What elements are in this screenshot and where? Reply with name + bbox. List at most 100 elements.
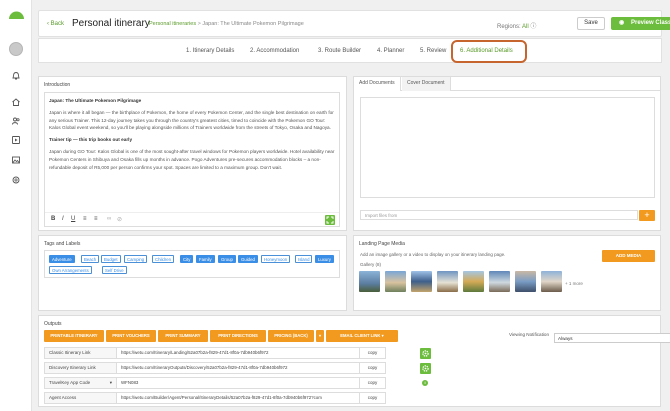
tab-add-documents[interactable]: Add Documents <box>354 77 401 91</box>
tab-route-builder[interactable]: 3. Route Builder <box>318 48 361 54</box>
agent-access-label: Agent Access <box>45 393 117 403</box>
tag-island[interactable]: Island <box>295 255 313 263</box>
expand-icon[interactable] <box>325 215 335 225</box>
breadcrumb-personal-itineraries[interactable]: Personal itineraries <box>149 21 196 27</box>
documents-dropzone[interactable] <box>360 97 655 198</box>
copy-button[interactable]: copy <box>359 393 385 403</box>
regions-selector[interactable]: Regions: All ⓘ <box>497 21 536 30</box>
editor-content[interactable]: Japan: The Ultimate Pokemon Pilgrimage J… <box>49 97 335 176</box>
users-icon[interactable] <box>11 116 21 126</box>
gallery-more[interactable]: + 1 more <box>565 281 583 286</box>
gallery-thumbnail[interactable] <box>463 271 484 292</box>
step-tabs: 1. Itinerary Details 2. Accommodation 3.… <box>38 38 662 63</box>
classic-itinerary-link-url[interactable]: https://wetu.com/Itinerary/Landing/52a07… <box>121 348 268 358</box>
tab-cover-document[interactable]: Cover Document <box>402 77 451 91</box>
gear-icon[interactable] <box>420 363 431 374</box>
tag-group[interactable]: Group <box>218 255 236 263</box>
tag-city[interactable]: City <box>180 255 194 263</box>
add-media-button[interactable]: ADD MEDIA <box>602 250 655 262</box>
outputs-panel: Outputs PRINTABLE ITINERARY PRINT VOUCHE… <box>38 315 670 407</box>
back-link[interactable]: ‹ Back <box>47 21 64 27</box>
gallery-thumbnail[interactable] <box>359 271 380 292</box>
tab-review[interactable]: 5. Review <box>420 48 446 54</box>
tag-guided[interactable]: Guided <box>238 255 258 263</box>
travelkey-app-code-label[interactable]: TravelKey App Code ▾ <box>45 378 117 388</box>
introduction-panel: Introduction Japan: The Ultimate Pokemon… <box>38 76 347 231</box>
tag-family[interactable]: Family <box>196 255 215 263</box>
print-directions-button[interactable]: PRINT DIRECTIONS <box>210 330 266 342</box>
tab-itinerary-details[interactable]: 1. Itinerary Details <box>186 48 234 54</box>
classic-itinerary-link-label: Classic Itinerary Link <box>45 348 117 358</box>
copy-button[interactable]: copy <box>359 348 385 358</box>
breadcrumb-current: Japan: The Ultimate Pokemon Pilgrimage <box>202 21 304 27</box>
bell-icon[interactable] <box>11 71 21 81</box>
discovery-itinerary-link-row: Discovery Itinerary Link https://wetu.co… <box>44 362 386 374</box>
gallery-thumbnail[interactable] <box>541 271 562 292</box>
print-vouchers-button[interactable]: PRINT VOUCHERS <box>106 330 156 342</box>
viewing-notification-label: Viewing Notification <box>509 332 550 337</box>
documents-tabs: Add Documents Cover Document <box>354 77 660 91</box>
introduction-editor[interactable]: Japan: The Ultimate Pokemon Pilgrimage J… <box>44 92 340 227</box>
tag-self-drive[interactable]: Self Drive <box>102 266 127 274</box>
tab-planner[interactable]: 4. Planner <box>377 48 404 54</box>
itinerary-icon[interactable] <box>11 135 21 145</box>
chevron-down-icon: ▾ <box>109 380 112 385</box>
plus-icon: + <box>644 210 650 220</box>
page-header: ‹ Back Personal itinerary Personal itine… <box>38 10 670 37</box>
gallery-thumbnail[interactable] <box>437 271 458 292</box>
print-summary-button[interactable]: PRINT SUMMARY <box>158 330 208 342</box>
unlink-icon[interactable]: ⊘ <box>117 216 122 223</box>
agent-access-url[interactable]: https://wetu.com/Builder/Agent/Personal/… <box>121 393 322 403</box>
regions-label: Regions: <box>497 24 521 30</box>
preview-classic-button[interactable]: ◉ Preview Classic ▾ <box>611 17 670 30</box>
printable-itinerary-button[interactable]: PRINTABLE ITINERARY <box>44 330 104 342</box>
tag-own-arrangements[interactable]: Own Arrangements <box>49 266 92 274</box>
gallery-thumbnail[interactable] <box>385 271 406 292</box>
documents-panel: Add Documents Cover Document Import file… <box>353 76 661 231</box>
info-icon[interactable]: i <box>422 380 428 386</box>
introduction-title: Introduction <box>44 82 71 88</box>
add-document-button[interactable]: + <box>639 210 655 221</box>
gallery-thumbnail[interactable] <box>411 271 432 292</box>
italic-icon[interactable]: I <box>62 216 64 222</box>
tag-adventure[interactable]: Adventure <box>49 255 75 263</box>
gear-icon[interactable] <box>420 348 431 359</box>
travelkey-app-code-value[interactable]: WFN083 <box>121 378 138 388</box>
email-client-link-label: EMAIL CLIENT LINK <box>340 333 381 338</box>
pricing-dropdown-chevron-icon[interactable]: ▾ <box>316 330 324 342</box>
home-icon[interactable] <box>11 97 21 107</box>
bold-icon[interactable]: B <box>51 216 55 222</box>
settings-icon[interactable] <box>11 175 21 185</box>
wetu-logo[interactable] <box>8 10 25 19</box>
tab-accommodation[interactable]: 2. Accommodation <box>250 48 299 54</box>
viewing-notification-select[interactable]: Always▾ <box>554 333 670 343</box>
tag-honeymoon[interactable]: Honeymoon <box>261 255 291 263</box>
ordered-list-icon[interactable]: ≡ <box>83 216 87 222</box>
discovery-itinerary-link-url[interactable]: https://wetu.com/ItineraryOutputs/Discov… <box>121 363 287 373</box>
underline-icon[interactable]: U <box>71 216 75 222</box>
app-sidebar <box>0 0 32 411</box>
tag-luxury[interactable]: Luxury <box>315 255 334 263</box>
tag-budget[interactable]: Budget <box>101 255 121 263</box>
pricing-back-button[interactable]: PRICING (BACK) <box>268 330 314 342</box>
image-icon[interactable] <box>11 155 21 165</box>
avatar[interactable] <box>9 42 23 56</box>
save-button[interactable]: Save <box>577 17 605 30</box>
intro-heading: Japan: The Ultimate Pokemon Pilgrimage <box>49 98 142 103</box>
gallery-thumbnail[interactable] <box>489 271 510 292</box>
copy-button[interactable]: copy <box>359 378 385 388</box>
landing-media-title: Landing Page Media <box>359 241 405 247</box>
travelkey-label-text: TravelKey App Code <box>49 380 91 385</box>
copy-button[interactable]: copy <box>359 363 385 373</box>
gallery-thumbnail[interactable] <box>515 271 536 292</box>
tag-beach[interactable]: Beach <box>81 255 100 263</box>
info-icon: ⓘ <box>530 24 537 30</box>
import-files-field[interactable]: Import files from <box>360 210 638 220</box>
tag-children[interactable]: Children <box>152 255 175 263</box>
email-client-link-button[interactable]: EMAIL CLIENT LINK ▾ <box>326 330 398 342</box>
tags-panel: Tags and Labels Adventure Beach Budget C… <box>38 235 347 311</box>
unordered-list-icon[interactable]: ≡ <box>94 216 98 222</box>
tag-camping[interactable]: Camping <box>124 255 148 263</box>
intro-paragraph-1: Japan is where it all began — the birthp… <box>49 110 334 131</box>
link-icon[interactable]: ∞ <box>107 216 111 222</box>
